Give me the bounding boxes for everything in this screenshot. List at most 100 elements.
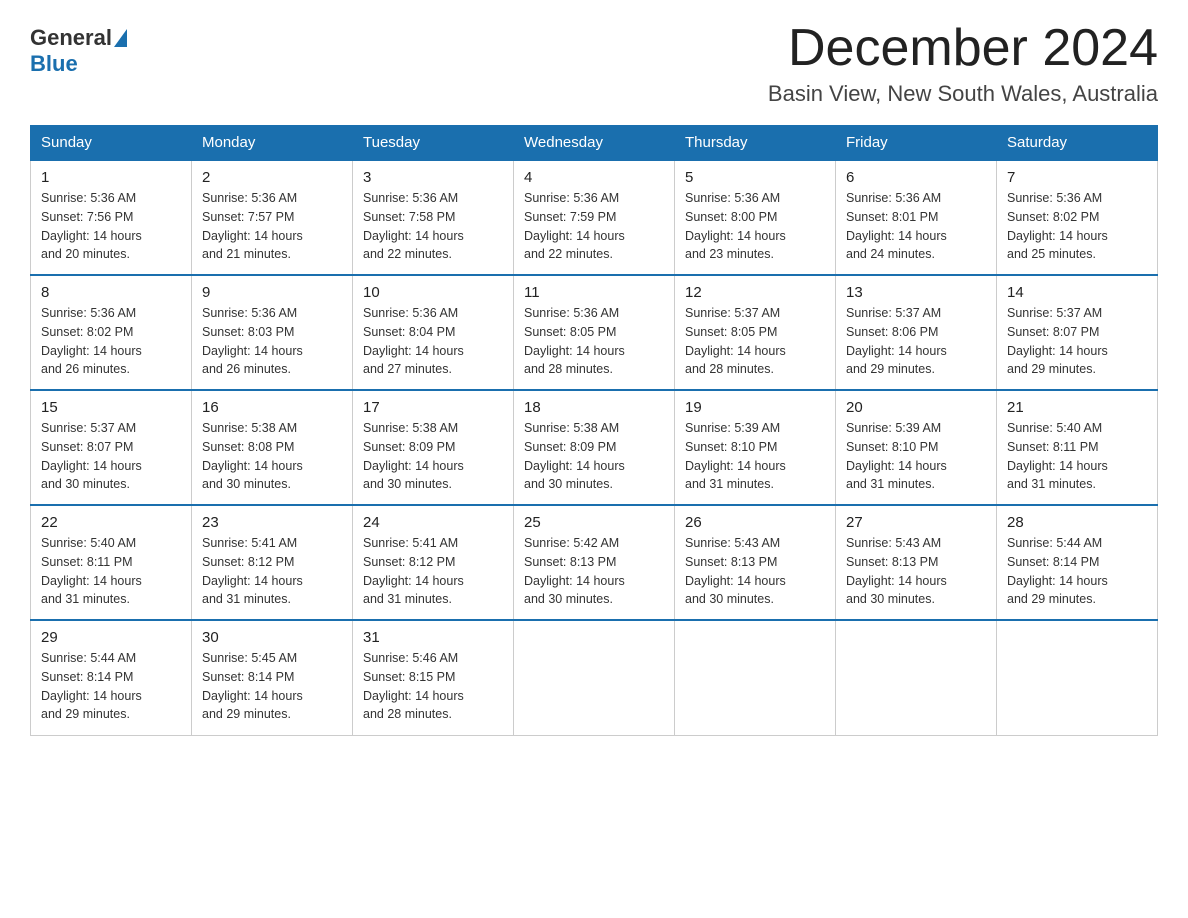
calendar-cell: 31 Sunrise: 5:46 AMSunset: 8:15 PMDayligh… [353,620,514,735]
calendar-header-friday: Friday [836,126,997,161]
day-number: 17 [363,399,503,416]
day-info: Sunrise: 5:38 AMSunset: 8:08 PMDaylight:… [202,419,342,494]
day-info: Sunrise: 5:36 AMSunset: 8:00 PMDaylight:… [685,189,825,264]
day-info: Sunrise: 5:45 AMSunset: 8:14 PMDaylight:… [202,649,342,724]
day-info: Sunrise: 5:41 AMSunset: 8:12 PMDaylight:… [363,534,503,609]
day-number: 4 [524,169,664,186]
day-number: 22 [41,514,181,531]
calendar-cell: 29 Sunrise: 5:44 AMSunset: 8:14 PMDayligh… [31,620,192,735]
day-info: Sunrise: 5:36 AMSunset: 7:57 PMDaylight:… [202,189,342,264]
calendar-cell: 19Sunrise: 5:39 AMSunset: 8:10 PMDayligh… [675,390,836,505]
calendar-header-wednesday: Wednesday [514,126,675,161]
calendar-week-2: 8 Sunrise: 5:36 AMSunset: 8:02 PMDaylight… [31,275,1158,390]
calendar-cell: 2Sunrise: 5:36 AMSunset: 7:57 PMDaylight… [192,160,353,275]
calendar-cell: 20 Sunrise: 5:39 AMSunset: 8:10 PMDayligh… [836,390,997,505]
day-number: 31 [363,629,503,646]
day-info: Sunrise: 5:36 AMSunset: 7:59 PMDaylight:… [524,189,664,264]
calendar-cell: 30 Sunrise: 5:45 AMSunset: 8:14 PMDayligh… [192,620,353,735]
day-info: Sunrise: 5:40 AMSunset: 8:11 PMDaylight:… [1007,419,1147,494]
day-info: Sunrise: 5:43 AMSunset: 8:13 PMDaylight:… [685,534,825,609]
calendar-week-1: 1Sunrise: 5:36 AMSunset: 7:56 PMDaylight… [31,160,1158,275]
calendar-cell: 3 Sunrise: 5:36 AMSunset: 7:58 PMDaylight… [353,160,514,275]
calendar-cell: 27 Sunrise: 5:43 AMSunset: 8:13 PMDayligh… [836,505,997,620]
day-number: 28 [1007,514,1147,531]
day-info: Sunrise: 5:39 AMSunset: 8:10 PMDaylight:… [846,419,986,494]
calendar-cell: 11Sunrise: 5:36 AMSunset: 8:05 PMDayligh… [514,275,675,390]
day-info: Sunrise: 5:36 AMSunset: 8:02 PMDaylight:… [1007,189,1147,264]
calendar-cell: 18Sunrise: 5:38 AMSunset: 8:09 PMDayligh… [514,390,675,505]
day-info: Sunrise: 5:39 AMSunset: 8:10 PMDaylight:… [685,419,825,494]
page-header: General Blue December 2024 Basin View, N… [30,20,1158,107]
day-number: 15 [41,399,181,416]
calendar-cell: 24 Sunrise: 5:41 AMSunset: 8:12 PMDayligh… [353,505,514,620]
day-number: 20 [846,399,986,416]
day-info: Sunrise: 5:44 AMSunset: 8:14 PMDaylight:… [41,649,181,724]
calendar-cell [675,620,836,735]
calendar-cell [836,620,997,735]
day-info: Sunrise: 5:37 AMSunset: 8:07 PMDaylight:… [1007,304,1147,379]
location-title: Basin View, New South Wales, Australia [768,81,1158,107]
day-info: Sunrise: 5:41 AMSunset: 8:12 PMDaylight:… [202,534,342,609]
calendar-cell: 28 Sunrise: 5:44 AMSunset: 8:14 PMDayligh… [997,505,1158,620]
calendar-cell [997,620,1158,735]
day-number: 30 [202,629,342,646]
calendar-cell: 1Sunrise: 5:36 AMSunset: 7:56 PMDaylight… [31,160,192,275]
day-number: 5 [685,169,825,186]
logo-general-text: General [30,25,112,51]
calendar-cell: 5 Sunrise: 5:36 AMSunset: 8:00 PMDaylight… [675,160,836,275]
calendar-week-3: 15Sunrise: 5:37 AMSunset: 8:07 PMDayligh… [31,390,1158,505]
calendar-cell: 6 Sunrise: 5:36 AMSunset: 8:01 PMDaylight… [836,160,997,275]
calendar-cell: 13Sunrise: 5:37 AMSunset: 8:06 PMDayligh… [836,275,997,390]
day-number: 16 [202,399,342,416]
day-number: 21 [1007,399,1147,416]
calendar-cell: 21 Sunrise: 5:40 AMSunset: 8:11 PMDayligh… [997,390,1158,505]
day-info: Sunrise: 5:38 AMSunset: 8:09 PMDaylight:… [524,419,664,494]
day-info: Sunrise: 5:36 AMSunset: 8:03 PMDaylight:… [202,304,342,379]
calendar-header-tuesday: Tuesday [353,126,514,161]
day-info: Sunrise: 5:42 AMSunset: 8:13 PMDaylight:… [524,534,664,609]
calendar-week-5: 29 Sunrise: 5:44 AMSunset: 8:14 PMDayligh… [31,620,1158,735]
day-number: 14 [1007,284,1147,301]
day-number: 6 [846,169,986,186]
calendar-cell: 16 Sunrise: 5:38 AMSunset: 8:08 PMDayligh… [192,390,353,505]
day-number: 7 [1007,169,1147,186]
day-number: 24 [363,514,503,531]
calendar-cell: 8 Sunrise: 5:36 AMSunset: 8:02 PMDaylight… [31,275,192,390]
calendar-header-monday: Monday [192,126,353,161]
calendar-table: SundayMondayTuesdayWednesdayThursdayFrid… [30,125,1158,736]
calendar-cell: 23 Sunrise: 5:41 AMSunset: 8:12 PMDayligh… [192,505,353,620]
calendar-cell: 4 Sunrise: 5:36 AMSunset: 7:59 PMDaylight… [514,160,675,275]
calendar-header-sunday: Sunday [31,126,192,161]
day-info: Sunrise: 5:46 AMSunset: 8:15 PMDaylight:… [363,649,503,724]
calendar-cell: 22 Sunrise: 5:40 AMSunset: 8:11 PMDayligh… [31,505,192,620]
day-number: 25 [524,514,664,531]
day-number: 27 [846,514,986,531]
day-info: Sunrise: 5:36 AMSunset: 8:01 PMDaylight:… [846,189,986,264]
calendar-cell: 10 Sunrise: 5:36 AMSunset: 8:04 PMDayligh… [353,275,514,390]
day-number: 10 [363,284,503,301]
day-info: Sunrise: 5:36 AMSunset: 8:04 PMDaylight:… [363,304,503,379]
calendar-cell: 9Sunrise: 5:36 AMSunset: 8:03 PMDaylight… [192,275,353,390]
day-number: 11 [524,284,664,301]
day-info: Sunrise: 5:36 AMSunset: 8:02 PMDaylight:… [41,304,181,379]
calendar-cell: 14 Sunrise: 5:37 AMSunset: 8:07 PMDayligh… [997,275,1158,390]
calendar-cell: 15Sunrise: 5:37 AMSunset: 8:07 PMDayligh… [31,390,192,505]
logo-triangle-icon [114,29,127,47]
day-info: Sunrise: 5:43 AMSunset: 8:13 PMDaylight:… [846,534,986,609]
day-info: Sunrise: 5:44 AMSunset: 8:14 PMDaylight:… [1007,534,1147,609]
calendar-cell: 7 Sunrise: 5:36 AMSunset: 8:02 PMDaylight… [997,160,1158,275]
title-block: December 2024 Basin View, New South Wale… [768,20,1158,107]
calendar-header-saturday: Saturday [997,126,1158,161]
logo-blue-text: Blue [30,51,78,76]
day-info: Sunrise: 5:40 AMSunset: 8:11 PMDaylight:… [41,534,181,609]
calendar-cell: 12Sunrise: 5:37 AMSunset: 8:05 PMDayligh… [675,275,836,390]
day-number: 3 [363,169,503,186]
calendar-week-4: 22 Sunrise: 5:40 AMSunset: 8:11 PMDayligh… [31,505,1158,620]
day-info: Sunrise: 5:36 AMSunset: 7:58 PMDaylight:… [363,189,503,264]
day-number: 8 [41,284,181,301]
day-info: Sunrise: 5:38 AMSunset: 8:09 PMDaylight:… [363,419,503,494]
day-number: 29 [41,629,181,646]
day-number: 12 [685,284,825,301]
calendar-cell: 17 Sunrise: 5:38 AMSunset: 8:09 PMDayligh… [353,390,514,505]
day-number: 23 [202,514,342,531]
